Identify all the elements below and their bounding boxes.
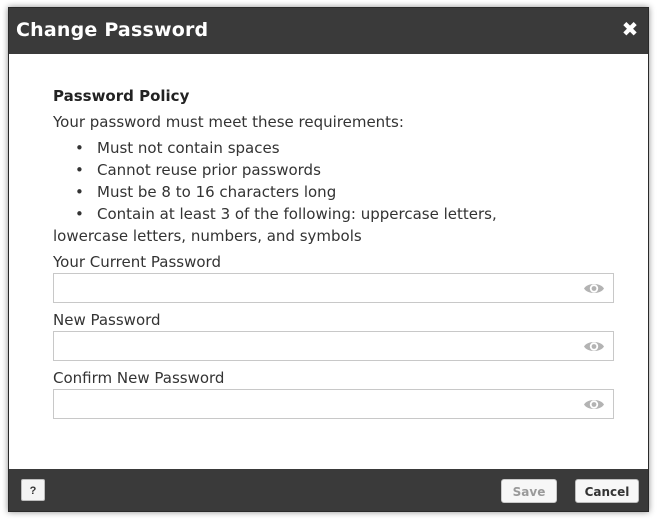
rule-item: • Must not contain spaces	[53, 137, 615, 159]
rule-text: Must be 8 to 16 characters long	[97, 183, 337, 201]
dialog-content: Password Policy Your password must meet …	[53, 86, 615, 419]
bullet-icon: •	[75, 161, 84, 179]
password-policy-heading: Password Policy	[53, 87, 190, 105]
bullet-icon: •	[75, 183, 84, 201]
bullet-icon: •	[75, 205, 84, 223]
new-password-input[interactable]	[53, 331, 614, 361]
help-button[interactable]: ?	[21, 479, 45, 501]
new-password-group	[53, 331, 614, 361]
rule-text: Cannot reuse prior passwords	[97, 161, 321, 179]
current-password-group	[53, 273, 614, 303]
password-policy-intro: Your password must meet these requiremen…	[53, 113, 404, 131]
rule-item: • Must be 8 to 16 characters long	[53, 181, 615, 203]
cancel-button[interactable]: Cancel	[575, 479, 639, 503]
current-password-input[interactable]	[53, 273, 614, 303]
confirm-password-group	[53, 389, 614, 419]
dialog-title: Change Password	[16, 19, 209, 41]
dialog-footer: ? Save Cancel	[9, 469, 648, 511]
eye-icon[interactable]	[583, 397, 605, 412]
close-icon[interactable]: ✖	[620, 16, 640, 42]
rule-text: Contain at least 3 of the following: upp…	[97, 205, 497, 223]
eye-icon[interactable]	[583, 281, 605, 296]
rule-item: • Cannot reuse prior passwords	[53, 159, 615, 181]
bullet-icon: •	[75, 139, 84, 157]
save-button[interactable]: Save	[501, 479, 557, 503]
rule-item: • Contain at least 3 of the following: up…	[53, 203, 615, 225]
rule-text: lowercase letters, numbers, and symbols	[53, 227, 362, 245]
rule-item-continued: lowercase letters, numbers, and symbols	[53, 225, 615, 247]
confirm-password-input[interactable]	[53, 389, 614, 419]
eye-icon[interactable]	[583, 339, 605, 354]
change-password-dialog: Change Password ✖ Password Policy Your p…	[8, 7, 649, 512]
new-password-label: New Password	[53, 311, 161, 329]
password-rules-list: • Must not contain spaces • Cannot reuse p…	[53, 137, 615, 247]
current-password-label: Your Current Password	[53, 253, 221, 271]
confirm-password-label: Confirm New Password	[53, 369, 225, 387]
rule-text: Must not contain spaces	[97, 139, 280, 157]
dialog-titlebar: Change Password ✖	[9, 8, 648, 54]
